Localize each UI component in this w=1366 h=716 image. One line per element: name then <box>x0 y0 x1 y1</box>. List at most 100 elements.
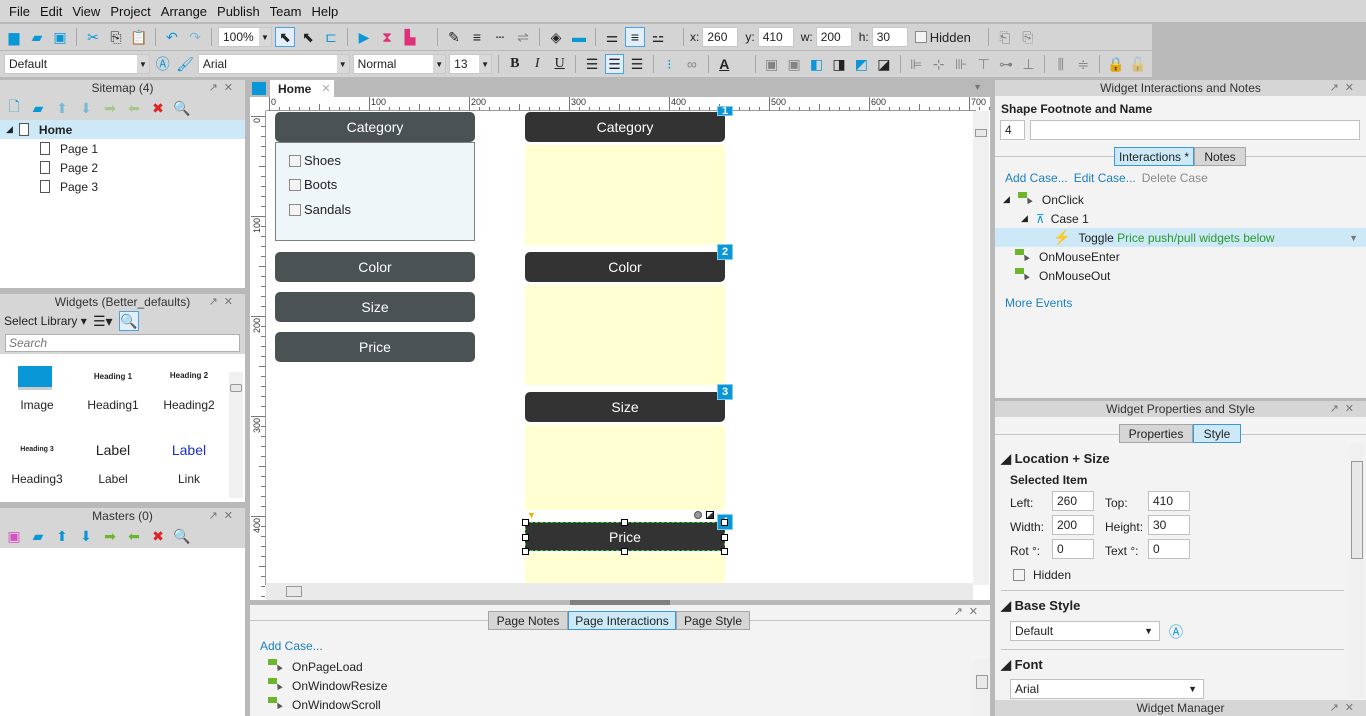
style-editor-icon[interactable]: Ⓐ <box>153 54 172 74</box>
event-onclick[interactable]: ◢OnClick <box>995 190 1366 209</box>
add-folder-icon[interactable]: ▰ <box>28 98 48 118</box>
widget-image-label[interactable]: Image <box>0 398 74 412</box>
cut-icon[interactable]: ✂ <box>83 27 103 47</box>
ungroup-icon[interactable]: ▣ <box>784 54 803 74</box>
delete-page-icon[interactable]: ✖ <box>148 98 168 118</box>
rotation-input[interactable]: 0 <box>1052 539 1094 559</box>
save-icon[interactable]: ▣ <box>50 27 70 47</box>
move-down-icon[interactable]: ⬇ <box>76 98 96 118</box>
panel-pop-close-icon[interactable]: ↗✕ <box>1330 700 1360 716</box>
style-select[interactable]: Default ▼ <box>4 54 150 74</box>
canvas-horizontal-scrollbar[interactable] <box>266 583 973 600</box>
menu-arrange[interactable]: Arrange <box>156 4 212 19</box>
properties-scrollbar[interactable] <box>1350 443 1364 698</box>
select-library-dropdown[interactable]: Select Library ▾ <box>4 314 87 328</box>
edit-case-link[interactable]: Edit Case... <box>1074 171 1136 185</box>
left-color-button[interactable]: Color <box>275 252 475 282</box>
y-input[interactable]: 410 <box>757 27 794 47</box>
panel-pop-close-icon[interactable]: ↗✕ <box>1330 80 1360 96</box>
sitemap-item-home[interactable]: ◢ Home <box>0 120 245 139</box>
add-master-icon[interactable]: ▣ <box>4 526 24 546</box>
checkbox-boots[interactable]: Boots <box>289 177 337 192</box>
page-event-onwindowresize[interactable]: OnWindowResize <box>268 676 387 695</box>
bring-front-icon[interactable]: ◧ <box>807 54 826 74</box>
unlock-icon[interactable]: 🔓 <box>1128 54 1147 74</box>
hidden-checkbox[interactable] <box>914 31 927 43</box>
font-size-select[interactable]: 13 ▼ <box>449 54 493 74</box>
panel-pop-close-icon[interactable]: ↗✕ <box>1330 401 1360 417</box>
widget-link-label[interactable]: Link <box>152 472 226 486</box>
resize-handle[interactable] <box>721 548 728 555</box>
heading1-preview[interactable]: Heading 1 <box>76 372 150 381</box>
sitemap-item-page-1[interactable]: Page 1 <box>0 139 245 158</box>
left-size-button[interactable]: Size <box>275 292 475 322</box>
action-toggle[interactable]: ⚡ Toggle Price push/pull widgets below ▼ <box>995 228 1366 247</box>
search-icon[interactable]: 🔍 <box>118 311 139 331</box>
align-right-obj-icon[interactable]: ⊪ <box>951 54 970 74</box>
bold-icon[interactable]: B <box>505 54 524 74</box>
indent-icon[interactable]: ➡ <box>100 98 120 118</box>
footnote-number-input[interactable]: 4 <box>1000 120 1025 140</box>
color-dynamic-panel[interactable] <box>525 285 725 385</box>
align-bottom-text-icon[interactable]: ⚍ <box>648 27 668 47</box>
right-category-button[interactable]: Category <box>525 112 725 142</box>
menu-project[interactable]: Project <box>105 4 155 19</box>
price-dynamic-panel[interactable] <box>525 553 725 583</box>
resize-handle[interactable] <box>522 548 529 555</box>
outdent-icon[interactable]: ⬅ <box>124 98 144 118</box>
case-1[interactable]: ◢ ⊼ Case 1 <box>995 209 1366 228</box>
height-input[interactable]: 30 <box>1148 515 1190 535</box>
menu-file[interactable]: File <box>4 4 35 19</box>
right-color-button[interactable]: Color <box>525 252 725 282</box>
heading2-preview[interactable]: Heading 2 <box>152 371 226 380</box>
bring-forward-icon[interactable]: ◩ <box>852 54 871 74</box>
close-tab-icon[interactable]: ✕ <box>321 82 330 95</box>
add-folder-icon[interactable]: ▰ <box>28 526 48 546</box>
font-color-icon[interactable]: A <box>715 54 734 74</box>
group-icon[interactable]: ▣ <box>762 54 781 74</box>
rotate-handle-icon[interactable] <box>694 511 702 519</box>
move-up-icon[interactable]: ⬆ <box>52 526 72 546</box>
redo-icon[interactable]: ↷ <box>185 27 205 47</box>
connector-icon[interactable]: ⊏ <box>321 27 341 47</box>
expand-icon[interactable]: ◢ <box>1003 194 1010 205</box>
line-weight-icon[interactable]: ≡ <box>467 27 487 47</box>
distribute-v-icon[interactable]: ≑ <box>1074 54 1093 74</box>
page-add-case-link[interactable]: Add Case... <box>260 639 323 653</box>
page-panel-scrollbar[interactable] <box>974 659 990 716</box>
text-rotation-input[interactable]: 0 <box>1148 539 1190 559</box>
new-page-icon[interactable]: ▆ <box>4 27 24 47</box>
delete-case-link[interactable]: Delete Case <box>1142 171 1208 185</box>
tab-page-interactions[interactable]: Page Interactions <box>568 611 676 630</box>
align-bottom-obj-icon[interactable]: ⊥ <box>1019 54 1038 74</box>
left-input[interactable]: 260 <box>1052 491 1094 511</box>
widget-heading1-label[interactable]: Heading1 <box>76 398 150 412</box>
right-size-button[interactable]: Size <box>525 392 725 422</box>
tab-notes[interactable]: Notes <box>1194 147 1246 166</box>
font-select[interactable]: Arial ▼ <box>197 54 350 74</box>
base-style-section[interactable]: ◢ Base Style <box>1001 598 1080 614</box>
canvas-vertical-scrollbar[interactable] <box>973 111 989 585</box>
tab-home[interactable]: Home ✕ <box>270 80 334 97</box>
menu-team[interactable]: Team <box>265 4 307 19</box>
sitemap-item-page-2[interactable]: Page 2 <box>0 158 245 177</box>
undo-icon[interactable]: ↶ <box>162 27 182 47</box>
font-weight-select[interactable]: Normal ▼ <box>352 54 447 74</box>
location-size-section[interactable]: ◢ Location + Size <box>1001 451 1110 467</box>
format-painter-icon[interactable]: 🖌 <box>175 54 194 74</box>
left-price-button[interactable]: Price <box>275 332 475 362</box>
panel-pop-close-icon[interactable]: ↗✕ <box>954 605 984 618</box>
select-intersect-icon[interactable]: ⬉ <box>275 27 295 47</box>
resize-handle[interactable] <box>721 519 728 526</box>
link-preview[interactable]: Label <box>152 442 226 458</box>
align-left-icon[interactable]: ☰ <box>582 54 601 74</box>
resize-handle[interactable] <box>621 548 628 555</box>
expand-icon[interactable]: ◢ <box>1021 213 1028 224</box>
w-input[interactable]: 200 <box>815 27 852 47</box>
arrow-style-icon[interactable]: ⇌ <box>513 27 533 47</box>
menu-edit[interactable]: Edit <box>35 4 67 19</box>
chevron-down-icon[interactable]: ▼ <box>1349 233 1358 243</box>
widget-search-input[interactable] <box>5 334 240 352</box>
right-price-button-selected[interactable]: Price <box>525 522 725 551</box>
style-editor-icon[interactable]: Ⓐ <box>1169 622 1183 642</box>
